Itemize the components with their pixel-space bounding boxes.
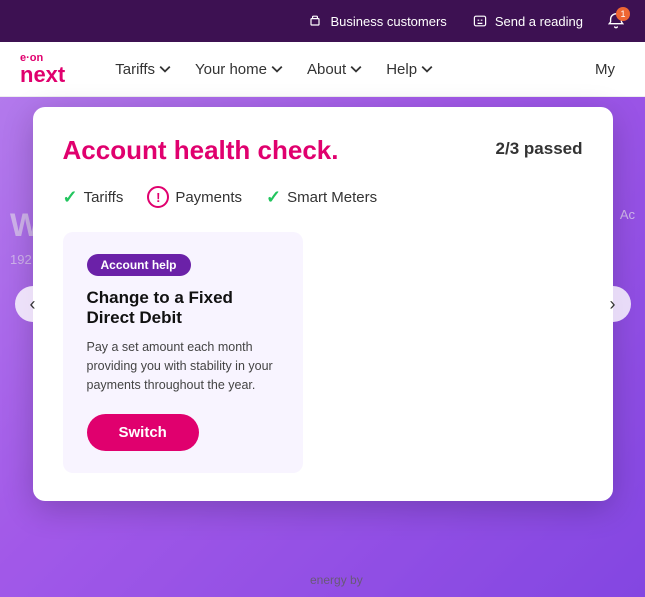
nav-your-home[interactable]: Your home <box>185 55 293 84</box>
nav-tariffs[interactable]: Tariffs <box>105 55 181 84</box>
passed-badge: 2/3 passed <box>496 139 583 159</box>
nav-items: Tariffs Your home About Help My <box>105 55 625 84</box>
nav-about[interactable]: About <box>297 55 372 84</box>
nav-about-label: About <box>307 61 346 78</box>
warning-circle-icon: ! <box>147 186 169 208</box>
sub-card-title: Change to a Fixed Direct Debit <box>87 288 279 328</box>
business-customers-label: Business customers <box>330 14 446 29</box>
nav-help-label: Help <box>386 61 417 78</box>
send-reading-link[interactable]: Send a reading <box>471 12 583 30</box>
check-payments: ! Payments <box>147 186 242 208</box>
meter-icon <box>471 12 489 30</box>
check-smart-meters: ✓ Smart Meters <box>266 187 377 208</box>
chevron-down-icon <box>350 63 362 75</box>
sub-card-desc: Pay a set amount each month providing yo… <box>87 338 279 394</box>
modal-overlay: ‹ › Account health check. 2/3 passed ✓ T… <box>0 97 645 597</box>
checks-row: ✓ Tariffs ! Payments ✓ Smart Meters <box>63 186 583 208</box>
check-tariffs: ✓ Tariffs <box>63 187 124 208</box>
account-help-card: Account help Change to a Fixed Direct De… <box>63 232 303 473</box>
logo[interactable]: e·on next <box>20 52 65 86</box>
logo-next-text: next <box>20 64 65 86</box>
check-tariffs-label: Tariffs <box>84 189 124 206</box>
chevron-down-icon <box>271 63 283 75</box>
check-payments-label: Payments <box>175 189 242 206</box>
nav-my-label: My <box>595 61 615 78</box>
business-customers-link[interactable]: Business customers <box>306 12 446 30</box>
briefcase-icon <box>306 12 324 30</box>
check-smart-meters-label: Smart Meters <box>287 189 377 206</box>
nav-your-home-label: Your home <box>195 61 267 78</box>
check-pass-icon-2: ✓ <box>266 187 281 208</box>
send-reading-label: Send a reading <box>495 14 583 29</box>
nav-tariffs-label: Tariffs <box>115 61 155 78</box>
check-pass-icon: ✓ <box>63 187 78 208</box>
nav-help[interactable]: Help <box>376 55 443 84</box>
modal-next-arrow[interactable]: › <box>595 286 631 322</box>
health-check-modal: ‹ › Account health check. 2/3 passed ✓ T… <box>33 107 613 501</box>
main-nav: e·on next Tariffs Your home About Help M… <box>0 42 645 97</box>
chevron-down-icon <box>159 63 171 75</box>
notification-bell[interactable]: 1 <box>607 12 625 30</box>
modal-prev-arrow[interactable]: ‹ <box>15 286 51 322</box>
chevron-down-icon <box>421 63 433 75</box>
switch-button[interactable]: Switch <box>87 414 199 451</box>
modal-title: Account health check. <box>63 135 339 166</box>
nav-my[interactable]: My <box>585 55 625 84</box>
notification-count: 1 <box>616 7 630 21</box>
modal-header: Account health check. 2/3 passed <box>63 135 583 166</box>
top-bar: Business customers Send a reading 1 <box>0 0 645 42</box>
account-help-pill: Account help <box>87 254 191 276</box>
